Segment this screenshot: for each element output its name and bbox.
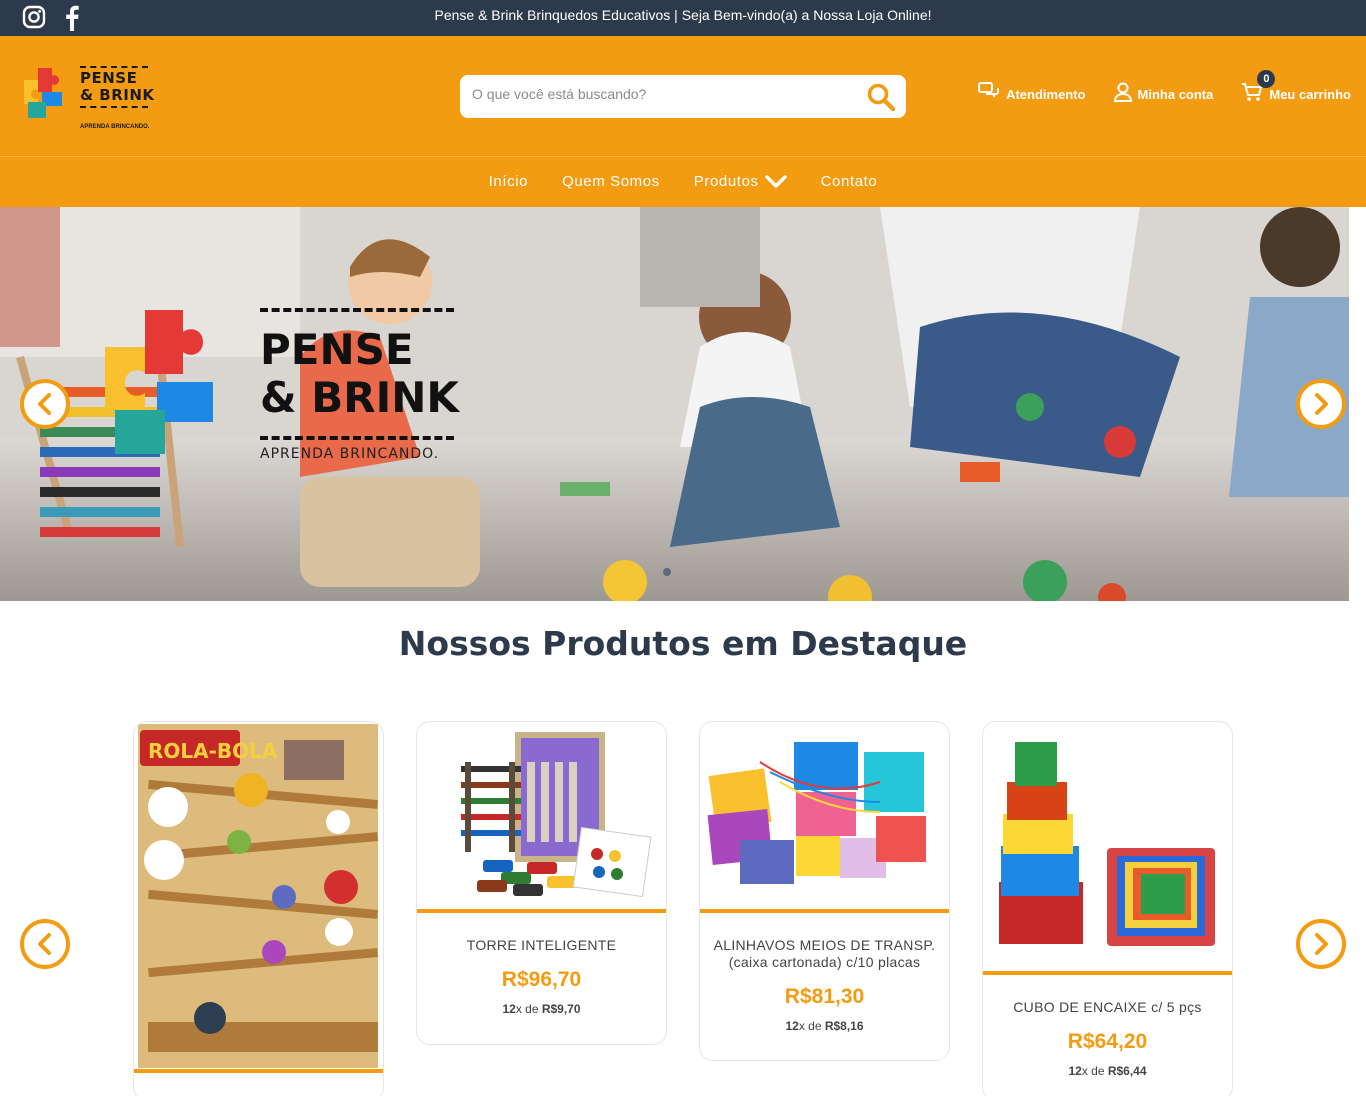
account-link[interactable]: Minha conta — [1113, 82, 1213, 102]
product-image[interactable] — [700, 722, 949, 909]
chat-icon — [978, 82, 1000, 98]
header: PENSE & BRINK APRENDA BRINCANDO. Atendim… — [0, 36, 1366, 156]
nav-item-inicio[interactable]: Início — [489, 173, 528, 190]
products-prev-button[interactable] — [20, 919, 70, 969]
support-link[interactable]: Atendimento — [978, 82, 1086, 102]
cart-count-badge: 0 — [1257, 70, 1276, 88]
search-box — [460, 75, 906, 118]
logo-slogan: APRENDA BRINCANDO. — [80, 124, 150, 130]
banner-next-button[interactable] — [1296, 379, 1346, 429]
chevron-right-icon — [1315, 393, 1328, 415]
product-installments: 12x de R$8,16 — [785, 1019, 864, 1033]
banner-wordmark: PENSE & BRINK APRENDA BRINCANDO. — [260, 302, 459, 462]
banner-prev-button[interactable] — [20, 379, 70, 429]
hero-banner: PENSE & BRINK APRENDA BRINCANDO. — [0, 207, 1349, 601]
product-installments: 12x de R$9,70 — [502, 1002, 581, 1016]
product-card[interactable]: ROLA-BOLA — [133, 721, 384, 1096]
chevron-left-icon — [38, 393, 51, 415]
puzzle-logo-icon — [24, 68, 62, 118]
product-name[interactable]: ALINHAVOS MEIOS DE TRANSP. (caixa cartona… — [700, 937, 949, 971]
user-icon — [1113, 82, 1132, 102]
nav-item-contato[interactable]: Contato — [821, 173, 878, 190]
product-installments: 12x de R$6,44 — [1068, 1064, 1147, 1078]
product-image[interactable]: ROLA-BOLA — [134, 722, 383, 1069]
cart-link[interactable]: 0 Meu carrinho — [1241, 70, 1351, 102]
site-logo[interactable]: PENSE & BRINK APRENDA BRINCANDO. — [20, 60, 160, 136]
banner-puzzle-icon — [105, 310, 213, 454]
featured-products-title: Nossos Produtos em Destaque — [398, 624, 968, 663]
top-bar: Pense & Brink Brinquedos Educativos | Se… — [0, 0, 1366, 36]
rola-bola-logo: ROLA-BOLA — [148, 739, 278, 763]
nav-item-produtos[interactable]: Produtos — [694, 173, 787, 190]
product-price: R$81,30 — [784, 985, 865, 1008]
welcome-tagline: Pense & Brink Brinquedos Educativos | Se… — [434, 7, 932, 23]
product-name[interactable]: TORRE INTELIGENTE — [417, 937, 666, 954]
main-nav: Início Quem Somos Produtos Contato — [0, 156, 1366, 207]
product-price: R$64,20 — [1067, 1030, 1148, 1053]
search-icon[interactable] — [866, 82, 896, 112]
product-image[interactable] — [983, 722, 1232, 971]
header-links: Atendimento Minha conta 0 Meu carrinho — [978, 70, 1351, 102]
nav-item-quem-somos[interactable]: Quem Somos — [562, 173, 660, 190]
product-card[interactable]: CUBO DE ENCAIXE c/ 5 pçs R$64,20 12x de … — [982, 721, 1233, 1096]
chevron-down-icon — [764, 174, 787, 188]
product-card[interactable]: TORRE INTELIGENTE R$96,70 12x de R$9,70 — [416, 721, 667, 1045]
chevron-right-icon — [1315, 933, 1328, 955]
chevron-left-icon — [38, 933, 51, 955]
logo-wordmark: PENSE & BRINK — [80, 64, 155, 110]
product-price: R$96,70 — [501, 968, 582, 991]
search-input[interactable] — [472, 86, 852, 102]
carousel-dot[interactable] — [663, 568, 671, 576]
product-card[interactable]: ALINHAVOS MEIOS DE TRANSP. (caixa cartona… — [699, 721, 950, 1061]
products-next-button[interactable] — [1296, 919, 1346, 969]
product-image[interactable] — [417, 722, 666, 909]
product-name[interactable]: CUBO DE ENCAIXE c/ 5 pçs — [983, 999, 1232, 1016]
